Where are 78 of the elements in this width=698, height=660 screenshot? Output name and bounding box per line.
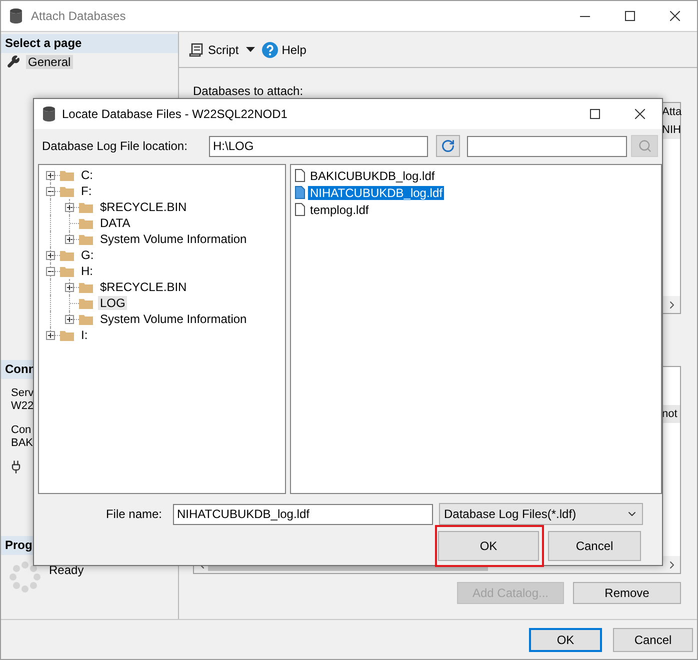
connection-text: W22 bbox=[11, 400, 35, 413]
refresh-button[interactable] bbox=[436, 135, 460, 157]
maximize-icon bbox=[590, 109, 600, 119]
tree-item[interactable]: System Volume Information bbox=[41, 311, 285, 327]
folder-icon bbox=[79, 314, 93, 324]
maximize-icon bbox=[624, 11, 634, 21]
status-text: Ready bbox=[49, 563, 84, 579]
collapse-icon[interactable] bbox=[46, 267, 55, 276]
close-icon bbox=[670, 11, 680, 21]
window-title: Attach Databases bbox=[31, 9, 127, 23]
collapse-icon[interactable] bbox=[46, 187, 55, 196]
grid-cell: NIH bbox=[662, 121, 680, 139]
cancel-button[interactable]: Cancel bbox=[548, 531, 641, 561]
folder-icon bbox=[60, 250, 74, 260]
column-header: Atta bbox=[662, 103, 680, 121]
tree-item[interactable]: H: bbox=[41, 263, 285, 279]
script-button[interactable]: Script bbox=[185, 40, 242, 60]
close-icon bbox=[634, 109, 644, 119]
tree-item[interactable]: LOG bbox=[41, 295, 285, 311]
database-icon bbox=[42, 106, 56, 122]
search-field[interactable] bbox=[467, 136, 627, 156]
expand-icon[interactable] bbox=[46, 171, 55, 180]
tree-item[interactable]: $RECYCLE.BIN bbox=[41, 199, 285, 215]
dialog-title: Locate Database Files - W22SQL22NOD1 bbox=[62, 107, 288, 121]
folder-icon bbox=[79, 218, 93, 228]
folder-icon bbox=[60, 330, 74, 340]
tree-item[interactable]: DATA bbox=[41, 215, 285, 231]
ok-button[interactable]: OK bbox=[529, 628, 602, 652]
help-icon bbox=[262, 42, 278, 58]
remove-button[interactable]: Remove bbox=[573, 582, 681, 604]
folder-icon bbox=[60, 186, 74, 196]
cancel-button[interactable]: Cancel bbox=[613, 628, 693, 652]
connection-text: BAK bbox=[11, 437, 34, 450]
expand-icon[interactable] bbox=[65, 235, 74, 244]
tree-item[interactable]: I: bbox=[41, 327, 285, 343]
script-icon bbox=[188, 42, 204, 58]
folder-icon bbox=[60, 170, 74, 180]
tree-item[interactable]: C: bbox=[41, 167, 285, 183]
folder-icon bbox=[79, 234, 93, 244]
plug-icon bbox=[9, 460, 23, 474]
file-icon bbox=[295, 186, 305, 199]
connection-text: Con bbox=[11, 424, 32, 437]
file-name-label: File name: bbox=[104, 507, 162, 521]
folder-icon bbox=[60, 266, 74, 276]
expand-icon[interactable] bbox=[65, 283, 74, 292]
folder-icon bbox=[79, 282, 93, 292]
tree-item[interactable]: F: bbox=[41, 183, 285, 199]
progress-spinner-icon bbox=[9, 561, 41, 593]
folder-icon bbox=[79, 298, 93, 308]
file-type-dropdown[interactable]: Database Log Files(*.ldf) bbox=[439, 503, 643, 525]
grid-cell: not bbox=[662, 405, 680, 423]
page-item[interactable]: General bbox=[1, 53, 178, 70]
databases-label: Databases to attach: bbox=[193, 84, 304, 98]
search-icon bbox=[638, 139, 652, 153]
wrench-icon bbox=[7, 55, 20, 68]
location-label: Database Log File location: bbox=[42, 139, 188, 153]
help-button[interactable]: Help bbox=[258, 40, 310, 60]
file-name-field[interactable]: NIHATCUBUKDB_log.ldf bbox=[173, 504, 433, 524]
ok-button[interactable]: OK bbox=[438, 531, 539, 561]
file-item[interactable]: templog.ldf bbox=[293, 201, 661, 218]
tree-item[interactable]: G: bbox=[41, 247, 285, 263]
file-icon bbox=[295, 169, 305, 182]
file-item[interactable]: NIHATCUBUKDB_log.ldf bbox=[293, 184, 661, 201]
file-item[interactable]: BAKICUBUKDB_log.ldf bbox=[293, 167, 661, 184]
tree-item[interactable]: System Volume Information bbox=[41, 231, 285, 247]
refresh-icon bbox=[441, 139, 455, 153]
database-icon bbox=[9, 8, 23, 24]
tree-item[interactable]: $RECYCLE.BIN bbox=[41, 279, 285, 295]
expand-icon[interactable] bbox=[65, 203, 74, 212]
section-header: Select a page bbox=[1, 34, 178, 53]
connection-text: Serv bbox=[11, 387, 35, 400]
file-icon bbox=[295, 203, 305, 216]
dropdown-caret-icon[interactable] bbox=[246, 47, 255, 52]
expand-icon[interactable] bbox=[46, 331, 55, 340]
expand-icon[interactable] bbox=[46, 251, 55, 260]
location-field[interactable]: H:\LOG bbox=[209, 136, 428, 156]
folder-icon bbox=[79, 202, 93, 212]
expand-icon[interactable] bbox=[65, 315, 74, 324]
